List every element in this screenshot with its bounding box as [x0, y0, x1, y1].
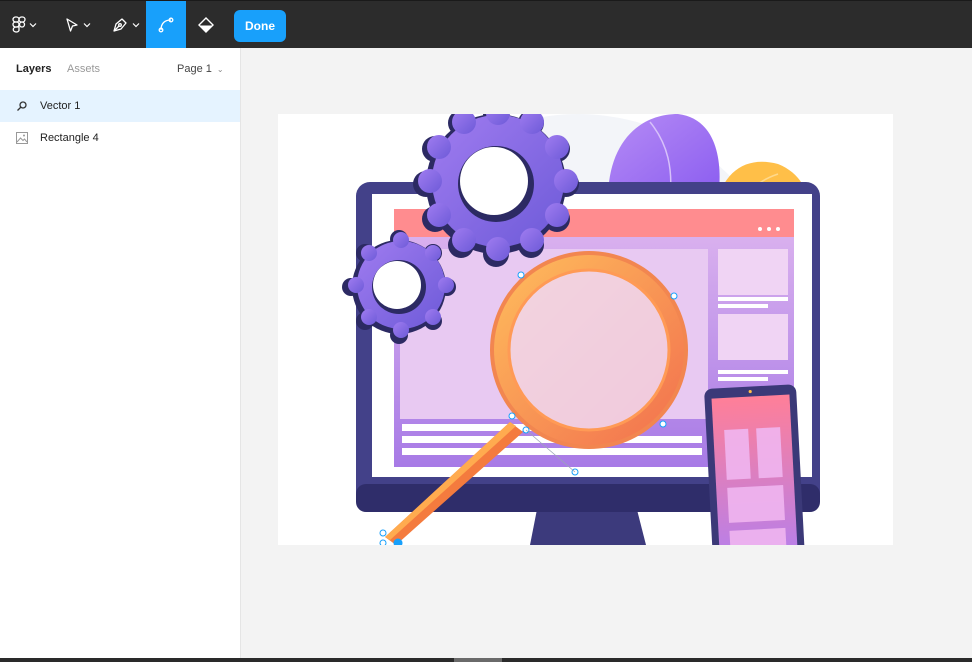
illustration-image: [342, 114, 820, 545]
editor-toolbar: Done: [0, 0, 972, 49]
main-menu-button[interactable]: [4, 1, 44, 49]
layer-name: Rectangle 4: [40, 132, 99, 144]
figma-logo-icon: [11, 16, 26, 33]
chevron-down-icon: [132, 23, 139, 28]
scrollbar-thumb[interactable]: [454, 658, 502, 662]
done-button[interactable]: Done: [234, 10, 286, 42]
layer-name: Vector 1: [40, 100, 81, 112]
chevron-down-icon: [83, 23, 90, 28]
tab-layers[interactable]: Layers: [16, 63, 51, 75]
tab-assets[interactable]: Assets: [67, 63, 100, 75]
paint-bucket-tool-button[interactable]: [186, 1, 226, 49]
page-selector[interactable]: Page 1 ⌄: [177, 63, 224, 75]
bottom-scrollbar[interactable]: [0, 658, 972, 662]
paint-bucket-icon: [198, 17, 214, 33]
pen-tool-icon: [112, 18, 127, 32]
pen-tool-button[interactable]: [104, 1, 146, 49]
chevron-down-icon: [29, 23, 36, 28]
search-vector-icon: [16, 100, 40, 112]
image-icon: [16, 132, 40, 144]
bend-tool-button[interactable]: [146, 1, 186, 49]
page-selector-label: Page 1: [177, 63, 212, 75]
frame-artboard[interactable]: [278, 114, 893, 545]
layers-panel: Layers Assets Page 1 ⌄ Vector 1 Rectangl…: [0, 48, 241, 658]
layer-row-vector-1[interactable]: Vector 1: [0, 90, 240, 122]
chevron-down-icon: ⌄: [216, 64, 224, 74]
cursor-arrow-icon: [65, 18, 78, 32]
layer-row-rectangle-4[interactable]: Rectangle 4: [0, 122, 240, 154]
panel-tabs: Layers Assets Page 1 ⌄: [0, 48, 240, 90]
bend-path-icon: [158, 17, 174, 33]
move-tool-button[interactable]: [56, 1, 98, 49]
